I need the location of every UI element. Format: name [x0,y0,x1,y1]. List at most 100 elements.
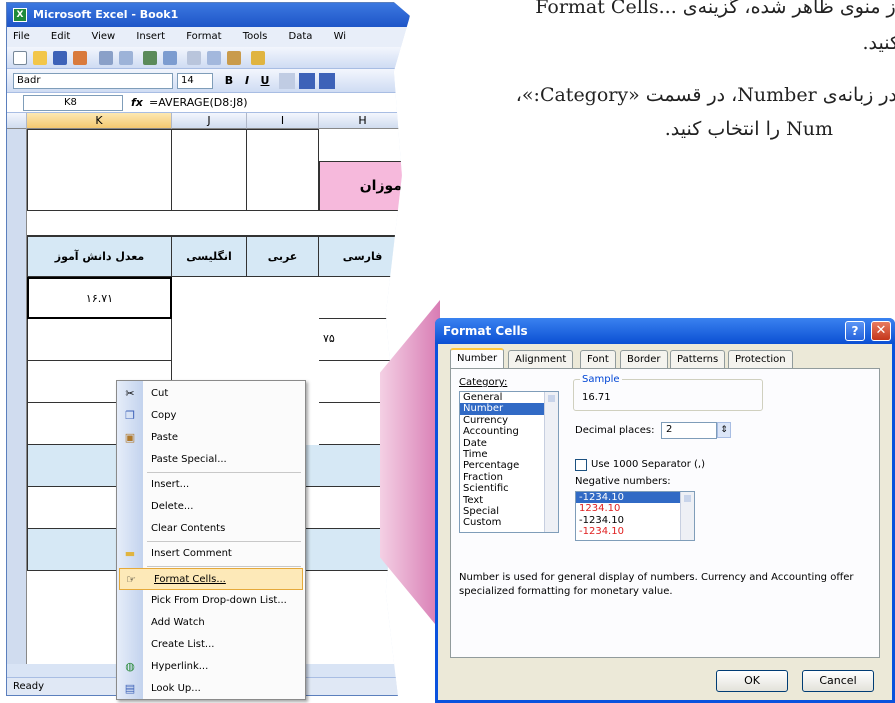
menu-item-paste[interactable]: ▣ Paste [117,427,305,449]
excel-app-icon: X [13,8,27,22]
menu-format[interactable]: Format [186,31,221,42]
menu-item-copy[interactable]: ❐ Copy [117,405,305,427]
close-button[interactable]: ✕ [871,321,891,341]
menu-window[interactable]: Wi [334,31,346,42]
excel-titlebar: X Microsoft Excel - Book1 [7,3,409,27]
print-preview-icon[interactable] [119,51,133,65]
negative-option[interactable]: -1234.10 [576,515,694,526]
italic-button[interactable]: I [239,73,255,89]
decimal-places-label: Decimal places: [575,425,655,436]
menu-item-hyperlink[interactable]: ◍ Hyperlink... [117,656,305,678]
grid-cell[interactable] [172,129,247,211]
header-cell-average[interactable]: معدل دانش آموز [27,235,172,277]
header-cell-arabic[interactable]: عربی [247,235,319,277]
menu-item-insert[interactable]: Insert... [117,474,305,496]
format-painter-icon[interactable] [251,51,265,65]
grid-cell[interactable] [27,129,172,211]
print-icon[interactable] [99,51,113,65]
column-header-h[interactable]: H [319,113,407,129]
align-left-icon[interactable] [279,73,295,89]
formula-bar: K8 fx =AVERAGE(D8:J8) [7,93,409,113]
negative-scrollbar[interactable] [680,492,694,540]
font-size-box[interactable]: 14 [177,73,213,89]
grid-cell[interactable]: ۷۵ [319,319,407,361]
fx-icon[interactable]: fx [131,96,143,109]
save-icon[interactable] [53,51,67,65]
menu-item-clear-contents[interactable]: Clear Contents [117,518,305,540]
menu-item-add-watch[interactable]: Add Watch [117,612,305,634]
open-icon[interactable] [33,51,47,65]
header-cell-persian[interactable]: فارسی [319,235,407,277]
new-icon[interactable] [13,51,27,65]
grid-cell[interactable] [27,319,172,361]
menu-item-create-list[interactable]: Create List... [117,634,305,656]
category-list[interactable]: General Number Currency Accounting Date … [459,391,559,533]
instruction-line-3: در زبانه‌ی Number، در قسمت «Category:»، [515,84,895,106]
underline-button[interactable]: U [257,73,273,89]
category-scrollbar[interactable] [544,392,558,532]
column-header-j[interactable]: J [172,113,247,129]
align-right-icon[interactable] [319,73,335,89]
negative-numbers-label: Negative numbers: [575,476,671,487]
font-name-box[interactable]: Badr [13,73,173,89]
column-header-k[interactable]: K [27,113,172,129]
decimal-places-input[interactable]: 2 [661,422,717,439]
header-cell-english[interactable]: انگلیسی [172,235,247,277]
tab-patterns[interactable]: Patterns [670,350,726,368]
menu-item-delete[interactable]: Delete... [117,496,305,518]
comment-icon: ▬ [124,547,136,560]
number-tab-panel: Category: General Number Currency Accoun… [450,368,880,658]
research-icon[interactable] [163,51,177,65]
menu-item-paste-special[interactable]: Paste Special... [117,449,305,471]
copy-icon[interactable] [207,51,221,65]
menu-edit[interactable]: Edit [51,31,70,42]
title-banner-cell[interactable]: موزان [319,161,407,211]
menu-insert[interactable]: Insert [136,31,165,42]
name-box[interactable]: K8 [23,95,123,111]
active-cell-k8[interactable]: ۱۶.۷۱ [27,277,172,319]
ok-button[interactable]: OK [716,670,788,692]
menu-data[interactable]: Data [289,31,313,42]
thousands-separator-checkbox[interactable] [575,459,587,471]
dialog-title: Format Cells [443,324,528,338]
excel-title: Microsoft Excel - Book1 [33,8,179,21]
tab-border[interactable]: Border [620,350,668,368]
menu-file[interactable]: File [13,31,30,42]
grid-cell[interactable] [319,277,407,319]
negative-option[interactable]: 1234.10 [576,503,694,514]
paste-icon[interactable] [227,51,241,65]
menu-item-look-up[interactable]: ▤ Look Up... [117,678,305,700]
menu-item-cut[interactable]: ✂ Cut [117,383,305,405]
formula-input[interactable]: =AVERAGE(D8:J8) [149,96,248,109]
negative-option[interactable]: -1234.10 [576,526,694,537]
menu-view[interactable]: View [91,31,115,42]
cut-icon[interactable] [187,51,201,65]
negative-numbers-list[interactable]: -1234.10 1234.10 -1234.10 -1234.10 [575,491,695,541]
category-description: Number is used for general display of nu… [459,572,854,597]
align-center-icon[interactable] [299,73,315,89]
help-button[interactable]: ? [845,321,865,341]
banner-text: موزان [359,178,402,194]
spelling-icon[interactable] [143,51,157,65]
tab-font[interactable]: Font [580,350,616,368]
column-header-i[interactable]: I [247,113,319,129]
select-all-corner[interactable] [7,113,27,129]
bold-button[interactable]: B [221,73,237,89]
menu-item-insert-comment[interactable]: ▬ Insert Comment [117,543,305,565]
tab-alignment[interactable]: Alignment [508,350,574,368]
negative-option-selected[interactable]: -1234.10 [576,492,694,504]
menu-separator [147,566,301,567]
format-cells-dialog: Format Cells ? ✕ Number Alignment Font B… [435,318,895,703]
row-headers [7,129,27,664]
permission-icon[interactable] [73,51,87,65]
tab-protection[interactable]: Protection [728,350,793,368]
cancel-button[interactable]: Cancel [802,670,874,692]
menu-item-pick-from-list[interactable]: Pick From Drop-down List... [117,590,305,612]
decimal-spinner-icon[interactable]: ⇕ [717,422,731,438]
menu-item-format-cells[interactable]: ☞ Format Cells... [119,568,303,590]
formatting-toolbar: Badr 14 B I U [7,69,409,93]
tab-number[interactable]: Number [450,348,505,368]
menu-tools[interactable]: Tools [243,31,268,42]
grid-cell[interactable] [247,129,319,211]
dialog-tabs: Number Alignment Font Border Patterns Pr… [450,348,880,368]
